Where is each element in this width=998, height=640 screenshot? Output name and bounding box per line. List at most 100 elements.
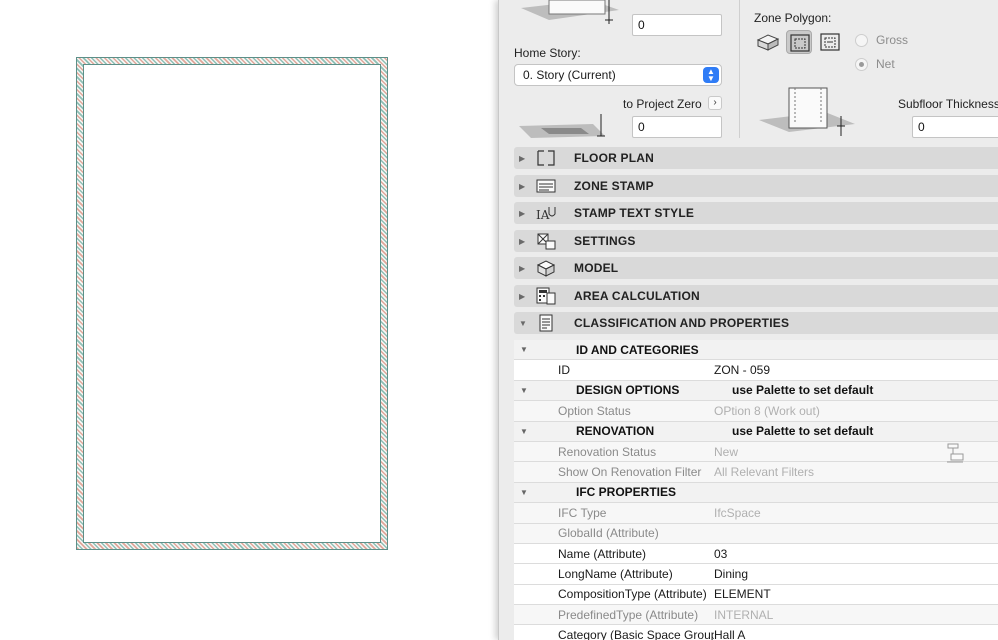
radio-net-circle[interactable]	[855, 57, 868, 71]
property-name: CompositionType (Attribute)	[558, 587, 707, 602]
property-value[interactable]: ZON - 059	[714, 363, 770, 377]
property-row[interactable]: LongName (Attribute) Dining	[514, 564, 998, 585]
section-title: AREA CALCULATION	[574, 289, 700, 303]
disclosure-triangle-icon[interactable]: ▶	[519, 209, 529, 218]
zone-gross-outline-button[interactable]	[786, 30, 812, 54]
property-group-row[interactable]: ▼ DESIGN OPTIONS use Palette to set defa…	[514, 380, 998, 402]
property-value[interactable]: ELEMENT	[714, 587, 771, 601]
radio-gross[interactable]: Gross	[855, 33, 908, 47]
top-height-diagram-icon	[521, 0, 619, 24]
section-classification-and-properties[interactable]: ▼ CLASSIFICATION AND PROPERTIES	[514, 312, 998, 334]
section-floor-plan[interactable]: ▶ FLOOR PLAN	[514, 147, 998, 169]
zone-polygon-shape[interactable]	[76, 57, 388, 550]
property-name: Name (Attribute)	[558, 546, 647, 561]
zone-3d-button[interactable]	[755, 30, 781, 54]
section-model[interactable]: ▶ MODEL	[514, 257, 998, 279]
disclosure-triangle-expanded-icon[interactable]: ▼	[514, 345, 534, 354]
disclosure-triangle-icon[interactable]: ▶	[519, 182, 529, 191]
property-name: GlobalId (Attribute)	[558, 526, 659, 541]
property-name: Category (Basic Space Group)	[558, 628, 714, 640]
section-title: MODEL	[574, 261, 619, 275]
property-value: OPtion 8 (Work out)	[714, 403, 820, 418]
project-zero-field[interactable]: 0	[632, 116, 722, 138]
radio-gross-circle[interactable]	[855, 33, 868, 47]
project-zero-label: to Project Zero	[623, 97, 702, 111]
drawing-canvas[interactable]	[0, 0, 498, 640]
home-story-value: 0. Story (Current)	[523, 68, 616, 82]
disclosure-triangle-icon[interactable]: ▶	[519, 154, 529, 163]
property-name: IFC Type	[558, 505, 607, 520]
property-name: ID	[558, 363, 570, 378]
property-row[interactable]: PredefinedType (Attribute) INTERNAL	[514, 605, 998, 626]
section-stamp-text-style[interactable]: ▶ IA STAMP TEXT STYLE	[514, 202, 998, 224]
property-name: IFC PROPERTIES	[576, 485, 677, 500]
svg-text:IA: IA	[536, 208, 550, 222]
section-title: SETTINGS	[574, 234, 636, 248]
area-calculation-icon	[535, 286, 557, 306]
property-value: New	[714, 444, 739, 459]
disclosure-triangle-icon[interactable]: ▶	[519, 292, 529, 301]
section-title: ZONE STAMP	[574, 179, 654, 193]
section-zone-stamp[interactable]: ▶ ZONE STAMP	[514, 175, 998, 197]
top-height-field[interactable]: 0	[632, 14, 722, 36]
section-title: CLASSIFICATION AND PROPERTIES	[574, 316, 790, 330]
property-row[interactable]: Category (Basic Space Group) Hall A	[514, 625, 998, 640]
property-value: IfcSpace	[714, 505, 761, 520]
property-name: DESIGN OPTIONS	[576, 383, 680, 398]
property-value[interactable]: 03	[714, 547, 727, 561]
property-row[interactable]: CompositionType (Attribute) ELEMENT	[514, 584, 998, 606]
disclosure-triangle-expanded-icon[interactable]: ▼	[514, 427, 534, 436]
section-area-calculation[interactable]: ▶ AREA CALCULATION	[514, 285, 998, 307]
disclosure-triangle-expanded-icon[interactable]: ▼	[519, 319, 529, 328]
property-row[interactable]: Show On Renovation Filter All Relevant F…	[514, 462, 998, 483]
property-name: LongName (Attribute)	[558, 566, 673, 581]
radio-net-label: Net	[876, 57, 895, 71]
column-divider	[739, 0, 740, 138]
net-outline-icon	[820, 33, 840, 51]
settings-icon	[535, 231, 557, 251]
classification-properties-icon	[535, 313, 557, 333]
disclosure-triangle-icon[interactable]: ▶	[519, 264, 529, 273]
property-group-row[interactable]: ▼ ID AND CATEGORIES	[514, 340, 998, 361]
property-row[interactable]: GlobalId (Attribute)	[514, 523, 998, 544]
property-row[interactable]: Name (Attribute) 03	[514, 543, 998, 565]
disclosure-triangle-expanded-icon[interactable]: ▼	[514, 488, 534, 497]
property-name: Renovation Status	[558, 444, 657, 459]
property-name: Option Status	[558, 403, 631, 418]
renovation-pin-icon[interactable]	[945, 442, 965, 464]
property-group-row[interactable]: ▼ RENOVATION use Palette to set default	[514, 421, 998, 442]
subfloor-diagram-icon	[759, 87, 855, 136]
property-value[interactable]: Hall A	[714, 628, 745, 640]
property-group-row[interactable]: ▼ IFC PROPERTIES	[514, 482, 998, 504]
project-zero-diagram-icon	[519, 114, 605, 138]
zone-settings-panel: 0 Home Story: 0. Story (Current) ▲ ▼ to P…	[498, 0, 998, 640]
section-settings[interactable]: ▶ SETTINGS	[514, 230, 998, 252]
property-value: INTERNAL	[714, 607, 774, 622]
property-name: PredefinedType (Attribute)	[558, 607, 699, 622]
property-value: use Palette to set default	[732, 424, 874, 439]
model-icon	[535, 258, 557, 278]
chevron-right-icon[interactable]: ›	[708, 96, 722, 110]
property-row[interactable]: ID ZON - 059	[514, 360, 998, 381]
property-value: use Palette to set default	[732, 383, 874, 398]
section-title: FLOOR PLAN	[574, 151, 654, 165]
gross-outline-icon	[790, 34, 810, 52]
section-title: STAMP TEXT STYLE	[574, 206, 695, 220]
select-stepper-icon[interactable]: ▲ ▼	[703, 67, 719, 83]
radio-net[interactable]: Net	[855, 57, 895, 71]
zone-polygon-label: Zone Polygon:	[754, 11, 832, 25]
zone-stamp-icon	[535, 176, 557, 196]
property-row[interactable]: Option Status OPtion 8 (Work out)	[514, 401, 998, 422]
property-value[interactable]: Dining	[714, 567, 748, 581]
disclosure-triangle-icon[interactable]: ▶	[519, 237, 529, 246]
property-name: Show On Renovation Filter	[558, 465, 702, 480]
property-row[interactable]: IFC Type IfcSpace	[514, 503, 998, 524]
zone-net-outline-button[interactable]	[817, 30, 843, 54]
zone-3d-icon	[756, 34, 780, 51]
home-story-select[interactable]: 0. Story (Current) ▲ ▼	[514, 64, 722, 86]
home-story-label: Home Story:	[514, 46, 581, 60]
zone-interior	[83, 64, 381, 543]
disclosure-triangle-expanded-icon[interactable]: ▼	[514, 386, 534, 395]
property-row[interactable]: Renovation Status New	[514, 441, 998, 463]
subfloor-field[interactable]: 0	[912, 116, 998, 138]
